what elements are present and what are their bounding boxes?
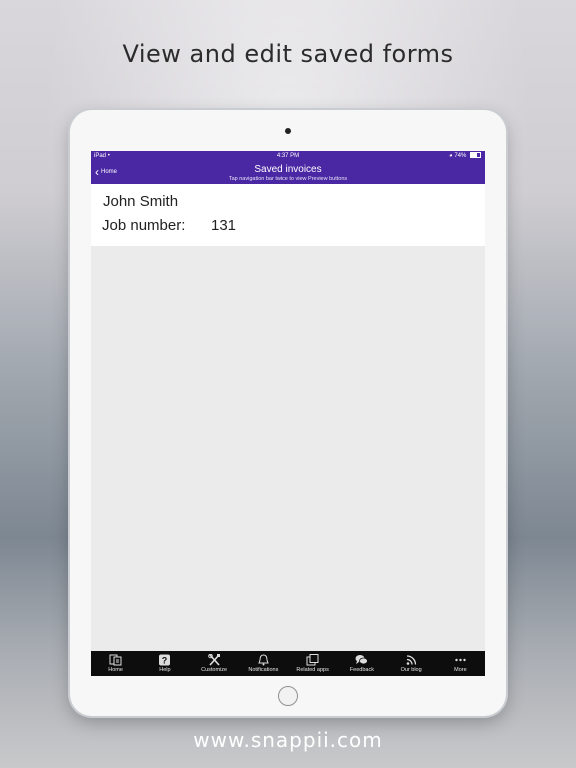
chat-bubbles-icon <box>355 653 369 666</box>
job-number-label: Job number: <box>102 217 186 234</box>
tab-label: Notifications <box>248 667 279 673</box>
related-apps-icon <box>306 653 320 666</box>
status-battery: ◕ 74% <box>449 151 481 161</box>
tab-help[interactable]: ? Help <box>140 651 189 676</box>
saved-form-list-item[interactable]: John Smith Job number: 131 <box>91 184 485 246</box>
bell-icon <box>256 653 270 666</box>
page-title: Saved invoices <box>254 164 322 175</box>
camera <box>285 128 291 134</box>
battery-icon <box>470 152 481 159</box>
tab-related-apps[interactable]: Related apps <box>288 651 337 676</box>
page-subtitle: Tap navigation bar twice to view Preview… <box>228 176 348 182</box>
more-dots-icon <box>453 653 467 666</box>
tab-label: Help <box>159 667 171 673</box>
tab-customize[interactable]: Customize <box>190 651 239 676</box>
tab-label: Customize <box>201 667 228 673</box>
tab-label: Related apps <box>296 667 329 673</box>
status-time: 4:37 PM <box>276 153 300 159</box>
tab-label: Our blog <box>400 667 422 673</box>
tab-our-blog[interactable]: Our blog <box>387 651 436 676</box>
navigation-bar[interactable]: ‹ Home Saved invoices Tap navigation bar… <box>91 161 485 184</box>
orientation-lock-icon: ◕ <box>449 153 453 159</box>
rss-icon <box>404 653 418 666</box>
tab-feedback[interactable]: Feedback <box>337 651 386 676</box>
app-screen: iPad • 4:37 PM ◕ 74% ‹ Home Saved invoic… <box>91 151 485 676</box>
tab-label: Home <box>108 667 123 673</box>
tab-bar: Home ? Help Customize Notifications Rela… <box>91 651 485 676</box>
tab-home[interactable]: Home <box>91 651 140 676</box>
customer-name: John Smith <box>103 193 179 210</box>
home-forms-icon <box>109 653 123 666</box>
ipad-device: iPad • 4:37 PM ◕ 74% ‹ Home Saved invoic… <box>70 110 506 716</box>
job-number-value: 131 <box>211 217 237 234</box>
status-bar: iPad • 4:37 PM ◕ 74% <box>91 151 485 161</box>
battery-percent: 74% <box>454 153 467 159</box>
footer-url: www.snappii.com <box>193 728 383 752</box>
headline: View and edit saved forms <box>122 40 454 68</box>
tab-notifications[interactable]: Notifications <box>239 651 288 676</box>
tab-more[interactable]: More <box>436 651 485 676</box>
tools-icon <box>207 653 221 666</box>
device-home-button <box>278 686 298 706</box>
svg-text:?: ? <box>162 655 168 665</box>
tab-label: Feedback <box>349 667 374 673</box>
help-icon: ? <box>158 653 172 666</box>
tab-label: More <box>454 667 467 673</box>
